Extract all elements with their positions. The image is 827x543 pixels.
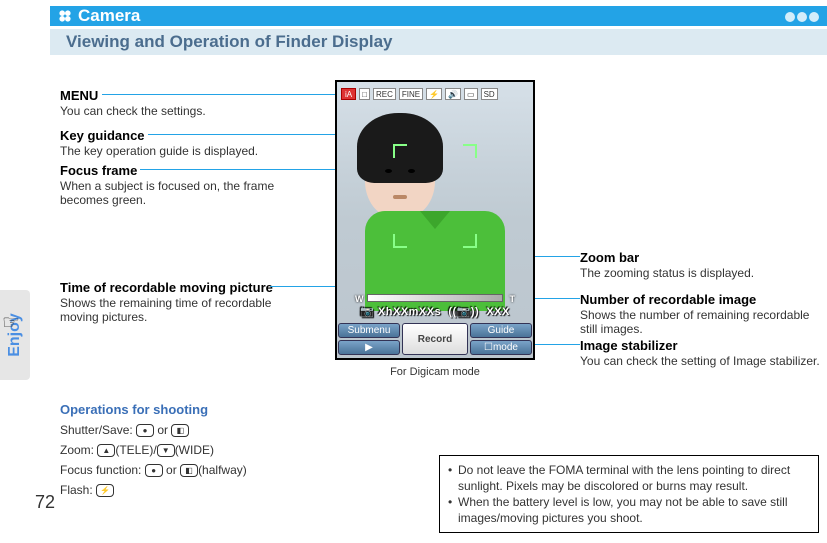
section-bar: Viewing and Operation of Finder Display [50, 29, 827, 55]
softkey-play[interactable]: ▶ [338, 340, 400, 355]
note-item: Do not leave the FOMA terminal with the … [448, 462, 810, 494]
zoom-bar-indicator [367, 294, 503, 302]
callout-title: Key guidance [60, 128, 290, 143]
callout-title: Zoom bar [580, 250, 820, 265]
leader-line [102, 94, 346, 95]
section-title: Viewing and Operation of Finder Display [66, 32, 393, 52]
flash-icon: ⚡ [426, 88, 442, 100]
callout-title: Number of recordable image [580, 292, 825, 307]
page-number: 72 [35, 492, 55, 513]
chapter-bar: Camera [50, 6, 827, 26]
rec-time: XhXXmXXs [378, 306, 441, 318]
op-focus: Focus function: ● or ◧(halfway) [60, 460, 247, 480]
down-key-icon: ▼ [157, 444, 175, 457]
callout-key-guidance: Key guidance The key operation guide is … [60, 128, 290, 158]
frame-icon: □ [359, 88, 370, 100]
callout-desc: You can check the setting of Image stabi… [580, 354, 827, 368]
finder-info-line: 📷 XhXXmXXs ((📷)) XXX [337, 305, 533, 318]
callout-zoom-bar: Zoom bar The zooming status is displayed… [580, 250, 820, 280]
op-zoom: Zoom: ▲(TELE)/▼(WIDE) [60, 440, 247, 460]
flash-key-icon: ⚡ [96, 484, 114, 497]
note-item: When the battery level is low, you may n… [448, 494, 810, 526]
callout-desc: The zooming status is displayed. [580, 266, 820, 280]
center-key-icon: ● [145, 464, 163, 477]
rec-icon: REC [373, 88, 396, 100]
clover-icon [58, 9, 72, 23]
softkey-record[interactable]: Record [402, 323, 468, 355]
softkey-mode[interactable]: ☐mode [470, 340, 532, 355]
side-tab: Enjoy [0, 290, 30, 380]
mode-icon: iA [341, 88, 356, 100]
softkey-submenu[interactable]: Submenu [338, 323, 400, 338]
callout-desc: You can check the settings. [60, 104, 290, 118]
storage-icon: SD [481, 88, 498, 100]
callout-menu: MENU You can check the settings. [60, 88, 290, 118]
quality-icon: FINE [399, 88, 423, 100]
hand-icon: ☞ [2, 310, 20, 335]
op-shutter: Shutter/Save: ● or ◧ [60, 420, 247, 440]
callout-desc: When a subject is focused on, the frame … [60, 179, 310, 207]
leader-line [148, 134, 344, 135]
focus-frame-overlay [393, 144, 477, 248]
caution-box: Do not leave the FOMA terminal with the … [439, 455, 819, 533]
up-key-icon: ▲ [97, 444, 115, 457]
finder-top-icons: iA □ REC FINE ⚡ 🔊 ▭ SD [341, 86, 529, 102]
op-flash: Flash: ⚡ [60, 480, 247, 500]
operations-heading: Operations for shooting [60, 400, 247, 420]
rec-count: XXX [486, 306, 510, 318]
callout-title: MENU [60, 88, 290, 103]
callout-desc: The key operation guide is displayed. [60, 144, 290, 158]
header-decoration [785, 12, 819, 22]
callout-title: Time of recordable moving picture [60, 280, 310, 295]
finder-softkeys: Submenu ▶ Record Guide ☐mode [337, 322, 533, 356]
callout-img-stab: Image stabilizer You can check the setti… [580, 338, 827, 368]
side-key-icon: ◧ [171, 424, 189, 437]
zoom-tele-label: T [510, 294, 516, 304]
chapter-title: Camera [78, 6, 140, 26]
callout-title: Focus frame [60, 163, 310, 178]
callout-desc: Shows the remaining time of recordable m… [60, 296, 310, 324]
softkey-guide[interactable]: Guide [470, 323, 532, 338]
finder-caption: For Digicam mode [335, 366, 535, 378]
finder-display: iA □ REC FINE ⚡ 🔊 ▭ SD W T 📷 XhXXmXXs ((… [335, 80, 535, 360]
side-key-icon: ◧ [180, 464, 198, 477]
callout-num-rec: Number of recordable image Shows the num… [580, 292, 825, 336]
callout-desc: Shows the number of remaining recordable… [580, 308, 825, 336]
callout-title: Image stabilizer [580, 338, 827, 353]
center-key-icon: ● [136, 424, 154, 437]
operations-block: Operations for shooting Shutter/Save: ● … [60, 400, 247, 500]
sound-icon: 🔊 [445, 88, 461, 100]
stabilizer-icon: ▭ [464, 88, 478, 100]
zoom-wide-label: W [355, 294, 364, 304]
